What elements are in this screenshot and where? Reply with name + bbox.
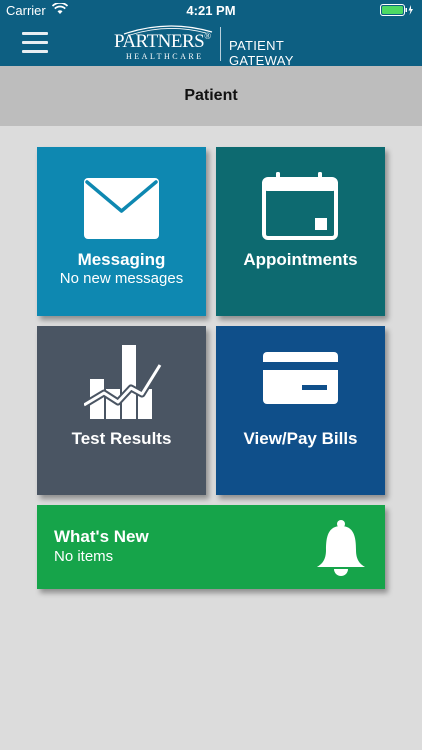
appointments-tile[interactable]: Appointments [216, 147, 385, 316]
logo-sub-text: HEALTHCARE [126, 52, 204, 61]
navigation-bar: PARTNERS® HEALTHCARE PATIENT GATEWAY [0, 22, 422, 68]
status-bar: Carrier 4:21 PM [0, 0, 422, 22]
appointments-title: Appointments [243, 250, 358, 269]
bar-chart-icon [84, 345, 162, 419]
clock-time: 4:21 PM [186, 3, 236, 18]
app-name: PATIENT GATEWAY [229, 38, 294, 68]
messaging-status: No new messages [59, 270, 184, 287]
view-pay-bills-tile[interactable]: View/Pay Bills [216, 326, 385, 495]
test-results-tile[interactable]: Test Results [37, 326, 206, 495]
bell-icon [317, 520, 365, 576]
calendar-icon [262, 172, 338, 240]
messaging-tile[interactable]: Messaging No new messages [37, 147, 206, 316]
logo-divider [220, 27, 221, 61]
page-title: Patient [184, 87, 238, 104]
envelope-icon [84, 178, 159, 239]
whats-new-tile[interactable]: What's New No items [37, 505, 385, 589]
logo-main-text: PARTNERS® [114, 31, 211, 52]
page-header: Patient [0, 66, 422, 126]
battery-icon [380, 4, 413, 16]
whats-new-status: No items [54, 548, 114, 565]
test-results-title: Test Results [71, 429, 172, 448]
partners-healthcare-logo: PARTNERS® HEALTHCARE PATIENT GATEWAY [112, 22, 352, 68]
credit-card-icon [263, 352, 338, 404]
whats-new-title: What's New [54, 527, 149, 546]
hamburger-menu-icon[interactable] [22, 32, 48, 54]
view-pay-bills-title: View/Pay Bills [243, 429, 358, 448]
messaging-title: Messaging [77, 250, 166, 269]
